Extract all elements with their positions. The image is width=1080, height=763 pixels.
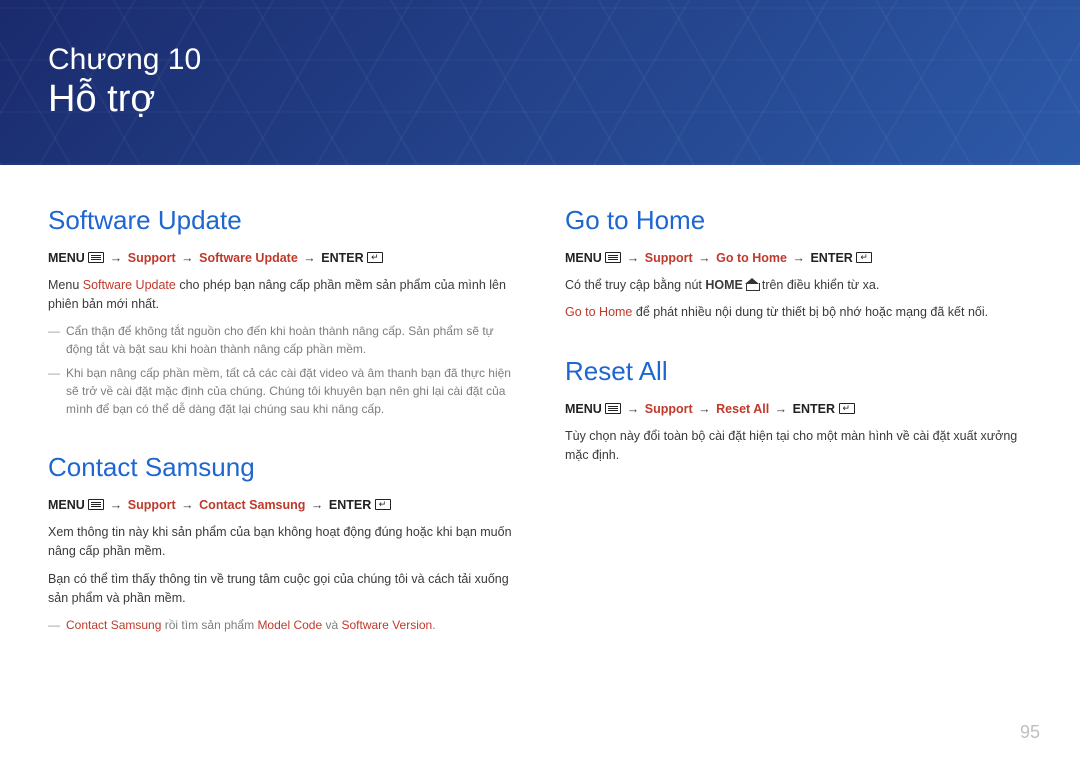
content-area: Software Update MENU → Support → Softwar… (0, 165, 1080, 668)
text: Menu (48, 278, 83, 292)
text: . (432, 618, 435, 632)
path-item: Go to Home (716, 251, 787, 265)
go-to-home-heading: Go to Home (565, 205, 1032, 236)
reset-all-section: Reset All MENU → Support → Reset All → E… (565, 356, 1032, 465)
software-update-body: Menu Software Update cho phép bạn nâng c… (48, 276, 515, 315)
path-support: Support (128, 498, 176, 512)
page-number: 95 (1020, 722, 1040, 743)
arrow-icon: → (108, 250, 125, 268)
text-highlight: Model Code (257, 618, 322, 632)
path-enter-label: ENTER (329, 498, 371, 512)
software-update-heading: Software Update (48, 205, 515, 236)
menu-icon (605, 252, 621, 263)
chapter-number: Chương 10 (48, 43, 201, 78)
arrow-icon: → (301, 250, 318, 268)
enter-icon (839, 403, 855, 414)
contact-samsung-section: Contact Samsung MENU → Support → Contact… (48, 452, 515, 634)
software-update-notes: Cẩn thận để không tắt nguồn cho đến khi … (48, 322, 515, 418)
path-enter-label: ENTER (321, 251, 363, 265)
path-enter-label: ENTER (810, 251, 852, 265)
enter-icon (375, 499, 391, 510)
path-item: Reset All (716, 402, 769, 416)
text-highlight: Software Version (342, 618, 433, 632)
text: và (322, 618, 341, 632)
enter-icon (856, 252, 872, 263)
text-highlight: Software Update (83, 278, 176, 292)
arrow-icon: → (696, 401, 713, 419)
arrow-icon: → (773, 401, 790, 419)
contact-samsung-body2: Bạn có thể tìm thấy thông tin về trung t… (48, 570, 515, 609)
arrow-icon: → (790, 250, 807, 268)
reset-all-path: MENU → Support → Reset All → ENTER (565, 401, 1032, 419)
reset-all-body: Tùy chọn này đổi toàn bộ cài đặt hiện tạ… (565, 427, 1032, 466)
arrow-icon: → (309, 497, 326, 515)
contact-samsung-path: MENU → Support → Contact Samsung → ENTER (48, 497, 515, 515)
menu-icon (88, 499, 104, 510)
chapter-banner: Chương 10 Hỗ trợ (0, 0, 1080, 165)
text: trên điều khiển từ xa. (762, 278, 879, 292)
path-item: Contact Samsung (199, 498, 305, 512)
contact-samsung-body1: Xem thông tin này khi sản phẩm của bạn k… (48, 523, 515, 562)
left-column: Software Update MENU → Support → Softwar… (48, 205, 515, 668)
reset-all-heading: Reset All (565, 356, 1032, 387)
path-support: Support (645, 402, 693, 416)
path-support: Support (645, 251, 693, 265)
text-bold: HOME (705, 278, 743, 292)
path-menu-label: MENU (565, 402, 602, 416)
text: rồi tìm sản phẩm (161, 618, 257, 632)
text: Có thể truy cập bằng nút (565, 278, 705, 292)
path-menu-label: MENU (48, 251, 85, 265)
arrow-icon: → (696, 250, 713, 268)
home-icon (746, 280, 758, 290)
menu-icon (88, 252, 104, 263)
note-item: Contact Samsung rồi tìm sản phẩm Model C… (62, 616, 515, 634)
enter-icon (367, 252, 383, 263)
text-highlight: Contact Samsung (66, 618, 161, 632)
software-update-path: MENU → Support → Software Update → ENTER (48, 250, 515, 268)
note-item: Khi bạn nâng cấp phần mềm, tất cả các cà… (62, 364, 515, 418)
contact-samsung-notes: Contact Samsung rồi tìm sản phẩm Model C… (48, 616, 515, 634)
path-item: Software Update (199, 251, 298, 265)
path-menu-label: MENU (48, 498, 85, 512)
path-menu-label: MENU (565, 251, 602, 265)
menu-icon (605, 403, 621, 414)
text: để phát nhiều nội dung từ thiết bị bộ nh… (632, 305, 988, 319)
text-highlight: Go to Home (565, 305, 632, 319)
banner-text: Chương 10 Hỗ trợ (48, 43, 201, 121)
path-enter-label: ENTER (793, 402, 835, 416)
go-to-home-body1: Có thể truy cập bằng nút HOME trên điều … (565, 276, 1032, 295)
software-update-section: Software Update MENU → Support → Softwar… (48, 205, 515, 418)
arrow-icon: → (625, 250, 642, 268)
go-to-home-path: MENU → Support → Go to Home → ENTER (565, 250, 1032, 268)
path-support: Support (128, 251, 176, 265)
arrow-icon: → (179, 250, 196, 268)
arrow-icon: → (179, 497, 196, 515)
arrow-icon: → (625, 401, 642, 419)
go-to-home-body2: Go to Home để phát nhiều nội dung từ thi… (565, 303, 1032, 322)
chapter-title: Hỗ trợ (48, 78, 201, 122)
arrow-icon: → (108, 497, 125, 515)
contact-samsung-heading: Contact Samsung (48, 452, 515, 483)
go-to-home-section: Go to Home MENU → Support → Go to Home →… (565, 205, 1032, 322)
right-column: Go to Home MENU → Support → Go to Home →… (565, 205, 1032, 668)
note-item: Cẩn thận để không tắt nguồn cho đến khi … (62, 322, 515, 358)
